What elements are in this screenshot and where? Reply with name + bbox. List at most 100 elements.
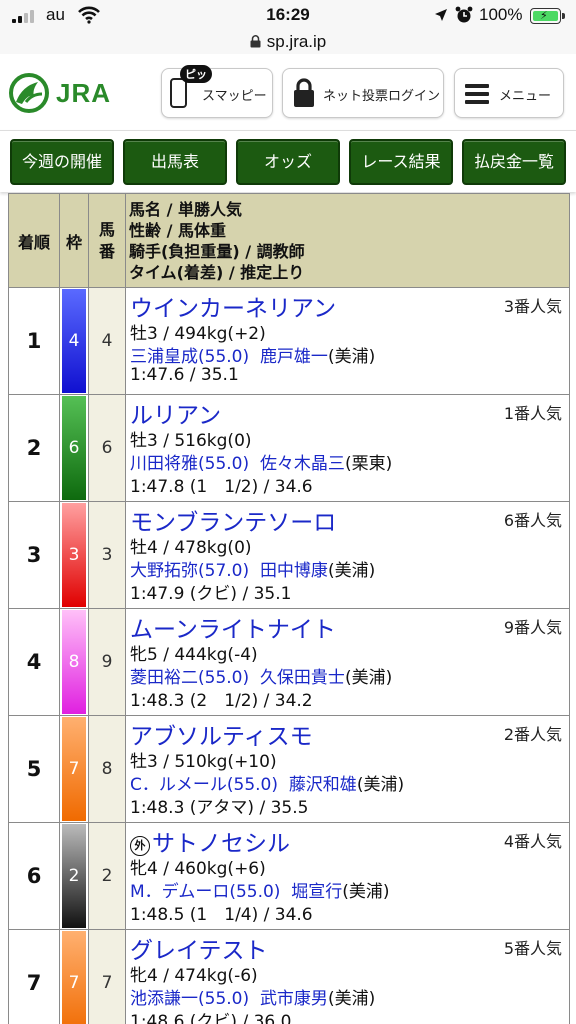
alarm-clock-icon — [455, 6, 473, 23]
jockey-trainer-line: 池添謙一(55.0) 武市康男(美浦) — [130, 984, 375, 1009]
horse-info-cell: ムーンライトナイト 9番人気 牝5 / 444kg(-4) 菱田裕二(55.0)… — [125, 608, 570, 716]
header-number-text: 馬番 — [98, 219, 115, 261]
table-row: 7 7 7 グレイテスト 5番人気 牝4 / 474kg(-6) 池添謙一(55… — [8, 929, 570, 1024]
login-label: ネット投票ログイン — [323, 89, 441, 104]
frame-number: 6 — [68, 438, 80, 458]
horse-number-cell: 3 — [88, 501, 126, 609]
finish-position: 5 — [8, 715, 60, 823]
trainer-link[interactable]: 武市康男 — [260, 989, 328, 1009]
time-margin-last3f: 1:48.3 (アタマ) / 35.5 — [130, 798, 309, 818]
battery-icon: ⚡ — [530, 8, 565, 24]
jockey-link[interactable]: 池添謙一(55.0) — [130, 989, 249, 1009]
trainer-location: (美浦) — [327, 347, 376, 367]
header-frame: 枠 — [59, 193, 89, 288]
finish-position-text: 7 — [26, 971, 42, 995]
sex-age-weight: 牝4 / 460kg(+6) — [130, 859, 266, 879]
win-popularity: 4番人気 — [503, 832, 562, 851]
horse-name-link[interactable]: グレイテスト — [130, 931, 268, 965]
nav-results-button[interactable]: レース結果 — [349, 139, 453, 185]
nav-this-week-button[interactable]: 今週の開催 — [10, 139, 114, 185]
frame-number-box: 6 — [62, 396, 86, 500]
horse-info-cell: ウインカーネリアン 3番人気 牡3 / 494kg(+2) 三浦皇成(55.0)… — [125, 287, 570, 395]
time-margin-last3f: 1:48.6 (クビ) / 36.0 — [130, 1012, 292, 1024]
jra-logo[interactable]: JRA — [8, 72, 118, 114]
site-header: JRA ピッ スマッピー ネット投票ログイン メニュー — [0, 58, 576, 130]
frame-number-box: 8 — [62, 610, 86, 714]
time-margin-last3f: 1:47.8 (1 1/2) / 34.6 — [130, 477, 313, 497]
trainer-link[interactable]: 久保田貴士 — [260, 668, 345, 688]
horse-number-cell: 6 — [88, 394, 126, 502]
net-vote-login-button[interactable]: ネット投票ログイン — [282, 68, 444, 118]
hamburger-menu-icon — [465, 84, 489, 104]
frame-number: 7 — [68, 973, 80, 993]
time-margin-last3f: 1:47.9 (クビ) / 35.1 — [130, 584, 292, 604]
time-margin-last3f: 1:48.5 (1 1/4) / 34.6 — [130, 905, 313, 925]
frame-cell: 4 — [59, 287, 89, 395]
jockey-trainer-line: 川田将雅(55.0) 佐々木晶三(栗東) — [130, 449, 392, 474]
sex-age-weight: 牡4 / 478kg(0) — [130, 538, 252, 558]
header-rank: 着順 — [8, 193, 60, 288]
win-popularity: 1番人気 — [503, 404, 562, 423]
trainer-link[interactable]: 堀宣行 — [291, 882, 342, 902]
jockey-link[interactable]: C．ルメール(55.0) — [130, 775, 278, 795]
jockey-trainer-line: 菱田裕二(55.0) 久保田貴士(美浦) — [130, 663, 392, 688]
trainer-location: (美浦) — [356, 775, 405, 795]
horse-name-link[interactable]: ルリアン — [130, 396, 221, 430]
nav-odds-button[interactable]: オッズ — [236, 139, 340, 185]
frame-cell: 7 — [59, 929, 89, 1024]
sex-age-weight: 牝5 / 444kg(-4) — [130, 645, 258, 665]
status-bar: au 16:29 100% ⚡ — [0, 0, 576, 32]
jockey-trainer-line: C．ルメール(55.0) 藤沢和雄(美浦) — [130, 770, 404, 795]
nav-entries-button[interactable]: 出馬表 — [123, 139, 227, 185]
header-info-line-3: 騎手(負担重量) / 調教師 — [129, 241, 305, 261]
trainer-location: (美浦) — [342, 882, 390, 902]
menu-button[interactable]: メニュー — [454, 68, 564, 118]
frame-number-box: 4 — [62, 289, 86, 393]
horse-info-cell: モンブランテソーロ 6番人気 牡4 / 478kg(0) 大野拓弥(57.0) … — [125, 501, 570, 609]
horse-name-link[interactable]: 外サトノセシル — [130, 824, 290, 858]
finish-position: 4 — [8, 608, 60, 716]
trainer-link[interactable]: 鹿戸雄一 — [260, 347, 328, 367]
header-info-line-2: 性齢 / 馬体重 — [129, 220, 226, 240]
win-popularity: 5番人気 — [503, 939, 562, 958]
sex-age-weight: 牡3 / 510kg(+10) — [130, 752, 277, 772]
horse-number-cell: 9 — [88, 608, 126, 716]
sex-age-weight: 牝4 / 474kg(-6) — [130, 966, 258, 986]
time-margin-last3f: 1:47.6 / 35.1 — [130, 365, 239, 385]
smappy-badge: ピッ — [180, 65, 212, 83]
finish-position: 7 — [8, 929, 60, 1024]
finish-position-text: 5 — [26, 757, 42, 781]
horse-number: 8 — [101, 759, 113, 779]
table-row: 6 2 2 外サトノセシル 4番人気 牝4 / 460kg(+6) M．デムーロ… — [8, 822, 570, 930]
table-row: 4 8 9 ムーンライトナイト 9番人気 牝5 / 444kg(-4) 菱田裕二… — [8, 608, 570, 716]
horse-name-link[interactable]: アブソルティスモ — [130, 717, 313, 751]
trainer-link[interactable]: 藤沢和雄 — [289, 775, 357, 795]
horse-name-link[interactable]: ムーンライトナイト — [130, 610, 336, 644]
horse-name-link[interactable]: モンブランテソーロ — [130, 503, 336, 537]
jockey-link[interactable]: 大野拓弥(57.0) — [130, 561, 249, 581]
frame-number-box: 7 — [62, 717, 86, 821]
smappy-button[interactable]: ピッ スマッピー — [161, 65, 273, 118]
trainer-link[interactable]: 佐々木晶三 — [260, 454, 345, 474]
frame-cell: 2 — [59, 822, 89, 930]
horse-name-link[interactable]: ウインカーネリアン — [130, 289, 336, 323]
trainer-link[interactable]: 田中博康 — [260, 561, 328, 581]
header-info: 馬名 / 単勝人気 性齢 / 馬体重 騎手(負担重量) / 調教師 タイム(着差… — [125, 193, 570, 288]
jockey-link[interactable]: 三浦皇成(55.0) — [130, 347, 249, 367]
trainer-location: (美浦) — [327, 989, 376, 1009]
horse-number-cell: 2 — [88, 822, 126, 930]
jockey-link[interactable]: 菱田裕二(55.0) — [130, 668, 249, 688]
sex-age-weight: 牡3 / 516kg(0) — [130, 431, 252, 451]
table-row: 3 3 3 モンブランテソーロ 6番人気 牡4 / 478kg(0) 大野拓弥(… — [8, 501, 570, 609]
jockey-link[interactable]: 川田将雅(55.0) — [130, 454, 249, 474]
foreign-horse-icon: 外 — [130, 836, 150, 856]
url-bar[interactable]: sp.jra.ip — [0, 32, 576, 54]
horse-number: 3 — [101, 545, 113, 565]
logo-text: JRA — [56, 78, 112, 108]
time-margin-last3f: 1:48.3 (2 1/2) / 34.2 — [130, 691, 313, 711]
jockey-link[interactable]: M．デムーロ(55.0) — [130, 882, 280, 902]
table-row: 1 4 4 ウインカーネリアン 3番人気 牡3 / 494kg(+2) 三浦皇成… — [8, 287, 570, 395]
nav-payouts-button[interactable]: 払戻金一覧 — [462, 139, 566, 185]
horse-number: 9 — [101, 652, 113, 672]
trainer-location: (美浦) — [344, 668, 393, 688]
